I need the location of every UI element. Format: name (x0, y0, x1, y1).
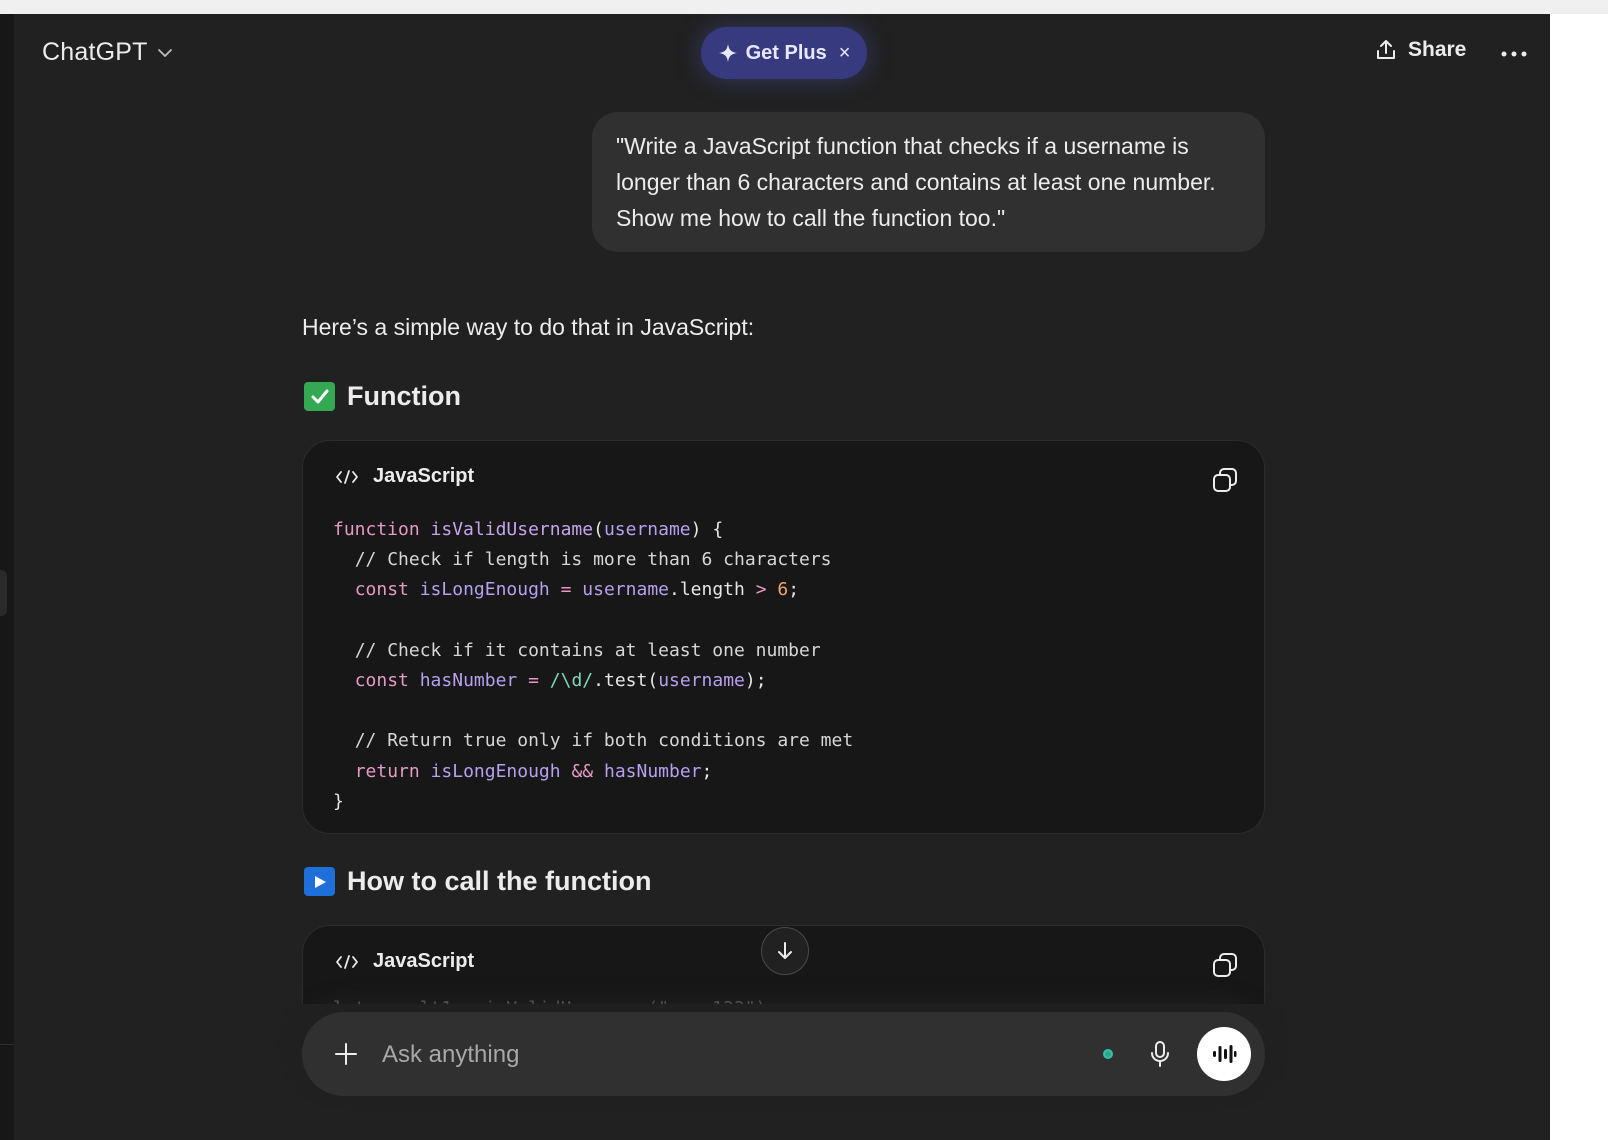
sidebar-edge (0, 14, 14, 1140)
code-token: const (354, 579, 409, 601)
copy-code-button[interactable] (1208, 463, 1242, 497)
section-heading-how-to-call: How to call the function (304, 866, 652, 897)
code-token: ); (744, 670, 767, 692)
user-message: "Write a JavaScript function that checks… (592, 112, 1265, 252)
code-icon (336, 954, 358, 969)
code-content: function isValidUsername(username) { // … (333, 515, 853, 817)
copy-code-button[interactable] (1208, 948, 1242, 982)
check-mark-icon (304, 382, 335, 411)
chat-header: ChatGPT Get Plus × Share (14, 14, 1550, 94)
code-language-label: JavaScript (373, 465, 475, 487)
plus-icon (335, 1043, 357, 1065)
chat-app: ChatGPT Get Plus × Share "Write a JavaSc… (14, 14, 1550, 1140)
assistant-intro-text: Here’s a simple way to do that in JavaSc… (302, 314, 755, 340)
code-token: isLongEnough (419, 579, 550, 601)
section-heading-text: Function (347, 381, 461, 411)
code-comment: // Return true only if both conditions a… (354, 730, 854, 752)
code-token: isLongEnough (430, 760, 561, 782)
code-token: ; (788, 579, 800, 601)
code-token: .test( (593, 670, 659, 692)
close-icon[interactable]: × (839, 42, 851, 65)
dictate-button[interactable] (1144, 1038, 1176, 1070)
sparkle-icon (718, 44, 737, 62)
window-right-edge (1550, 14, 1608, 1140)
more-options-button[interactable] (1498, 38, 1530, 70)
more-horizontal-icon (1501, 51, 1527, 57)
code-token: function (333, 519, 420, 540)
sidebar-divider (0, 1044, 14, 1045)
code-token: = (560, 579, 572, 601)
code-token: username (603, 519, 691, 540)
sidebar-toggle-handle[interactable] (0, 570, 7, 616)
chevron-down-icon (157, 48, 172, 57)
copy-icon (1213, 468, 1237, 492)
code-token: username (658, 670, 745, 692)
scroll-to-bottom-button[interactable] (761, 927, 809, 975)
code-token: username (582, 579, 669, 601)
get-plus-button[interactable]: Get Plus × (701, 27, 867, 79)
status-dot-icon (1103, 1049, 1113, 1059)
voice-mode-button[interactable] (1197, 1027, 1251, 1081)
prompt-input[interactable] (380, 1034, 1084, 1076)
code-comment: // Check if length is more than 6 charac… (354, 549, 832, 571)
code-token: /\d/ (549, 670, 594, 692)
code-token: const (354, 670, 409, 692)
microphone-icon (1151, 1041, 1169, 1067)
share-icon (1377, 40, 1395, 59)
code-token: > (755, 579, 767, 601)
share-label: Share (1408, 38, 1467, 61)
attach-button[interactable] (330, 1038, 362, 1070)
section-heading-function: Function (304, 381, 461, 412)
section-heading-text: How to call the function (347, 866, 652, 896)
share-button[interactable]: Share (1374, 38, 1466, 62)
arrow-down-icon (778, 942, 792, 959)
code-block-header: JavaScript (335, 950, 474, 973)
code-language-label: JavaScript (373, 950, 475, 972)
get-plus-label: Get Plus (745, 41, 827, 64)
message-composer (302, 1012, 1265, 1096)
code-block-header: JavaScript (335, 465, 474, 488)
code-token: hasNumber (603, 760, 702, 782)
code-token: = (528, 670, 539, 692)
model-name: ChatGPT (42, 38, 148, 66)
copy-icon (1213, 953, 1237, 977)
code-token: ; (701, 760, 713, 782)
waveform-icon (1213, 1045, 1237, 1063)
code-token: return (354, 760, 420, 782)
code-token: && (571, 760, 594, 782)
play-button-icon (304, 867, 335, 896)
code-token: isValidUsername (430, 519, 594, 540)
code-token: ( (593, 519, 604, 540)
code-token: hasNumber (419, 670, 518, 692)
code-icon (336, 469, 358, 484)
model-switcher[interactable]: ChatGPT (42, 38, 174, 67)
code-token: 6 (777, 579, 789, 601)
window-top-strip (0, 0, 1608, 14)
code-token: ) { (690, 519, 724, 540)
code-token: } (333, 790, 344, 812)
code-comment: // Check if it contains at least one num… (354, 639, 821, 661)
code-block-function: JavaScript function isValidUsername(user… (302, 440, 1265, 834)
code-token: .length (669, 579, 745, 601)
